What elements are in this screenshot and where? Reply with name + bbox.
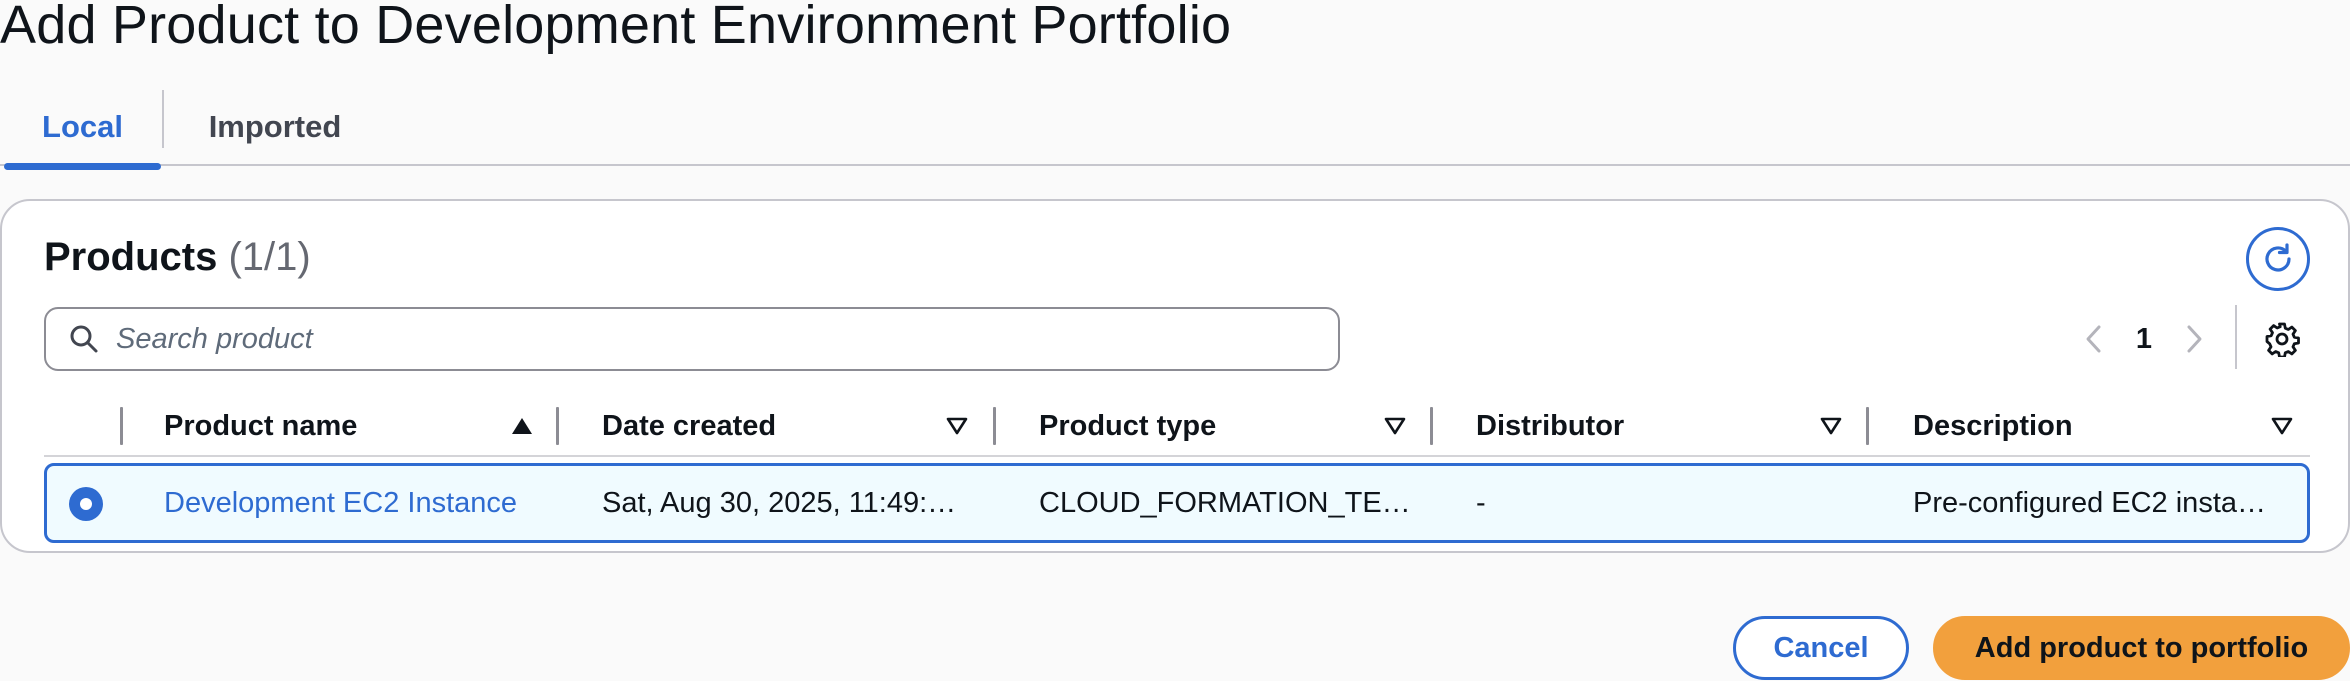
gear-icon (2265, 322, 2300, 357)
sort-ascending-icon[interactable] (511, 416, 533, 436)
table-header: Product name Date created Product type D… (44, 397, 2310, 457)
row-select-radio[interactable] (69, 487, 103, 521)
add-product-to-portfolio-button[interactable]: Add product to portfolio (1933, 616, 2350, 680)
page-number[interactable]: 1 (2116, 323, 2172, 356)
search-icon (68, 321, 104, 357)
column-separator (993, 407, 996, 445)
tab-list: Local Imported (0, 88, 2350, 170)
column-header-product-type[interactable]: Product type (1039, 397, 1429, 455)
column-separator (1430, 407, 1433, 445)
description-cell: Pre-configured EC2 insta… (1913, 486, 2266, 519)
tab-local[interactable]: Local (4, 88, 161, 170)
products-table-container: Products (1/1) 1 (0, 199, 2350, 553)
cancel-button[interactable]: Cancel (1733, 616, 1909, 680)
tab-local-label: Local (42, 109, 123, 144)
column-header-label: Description (1913, 409, 2073, 442)
search-field[interactable] (44, 307, 1340, 371)
refresh-icon (2265, 243, 2291, 272)
tab-imported-label: Imported (208, 109, 342, 144)
column-separator (120, 407, 123, 445)
sort-icon[interactable] (1820, 416, 1842, 436)
chevron-right-icon (2187, 325, 2202, 353)
pagination-divider (2235, 305, 2237, 369)
products-heading-title: Products (44, 235, 218, 279)
page-title: Add Product to Development Environment P… (0, 0, 1232, 55)
column-header-label: Product type (1039, 409, 1217, 442)
table-row[interactable]: Development EC2 Instance Sat, Aug 30, 20… (44, 463, 2310, 543)
next-page-button[interactable] (2172, 317, 2216, 361)
previous-page-button[interactable] (2072, 317, 2116, 361)
refresh-button[interactable] (2246, 227, 2310, 291)
radio-dot (80, 498, 92, 510)
pagination: 1 (2072, 305, 2216, 373)
column-header-product-name[interactable]: Product name (164, 397, 554, 455)
search-input[interactable] (116, 322, 1316, 356)
tab-divider (162, 90, 164, 148)
preferences-button[interactable] (2260, 317, 2304, 361)
sort-icon[interactable] (2271, 416, 2293, 436)
products-heading: Products (1/1) (44, 235, 311, 280)
column-header-label: Product name (164, 409, 358, 442)
column-header-label: Distributor (1476, 409, 1625, 442)
column-separator (1866, 407, 1869, 445)
products-count: (1/1) (228, 235, 311, 279)
tab-imported[interactable]: Imported (165, 88, 385, 166)
product-name-link[interactable]: Development EC2 Instance (164, 466, 584, 540)
column-header-label: Date created (602, 409, 777, 442)
sort-icon[interactable] (946, 416, 968, 436)
chevron-left-icon (2086, 325, 2101, 353)
active-tab-indicator (4, 163, 161, 170)
sort-icon[interactable] (1384, 416, 1406, 436)
column-header-date-created[interactable]: Date created (602, 397, 992, 455)
column-separator (556, 407, 559, 445)
column-header-distributor[interactable]: Distributor (1476, 397, 1866, 455)
date-created-cell: Sat, Aug 30, 2025, 11:49:… (602, 486, 957, 519)
distributor-cell: - (1476, 486, 1486, 519)
column-header-description[interactable]: Description (1913, 397, 2303, 455)
product-type-cell: CLOUD_FORMATION_TE… (1039, 486, 1411, 519)
